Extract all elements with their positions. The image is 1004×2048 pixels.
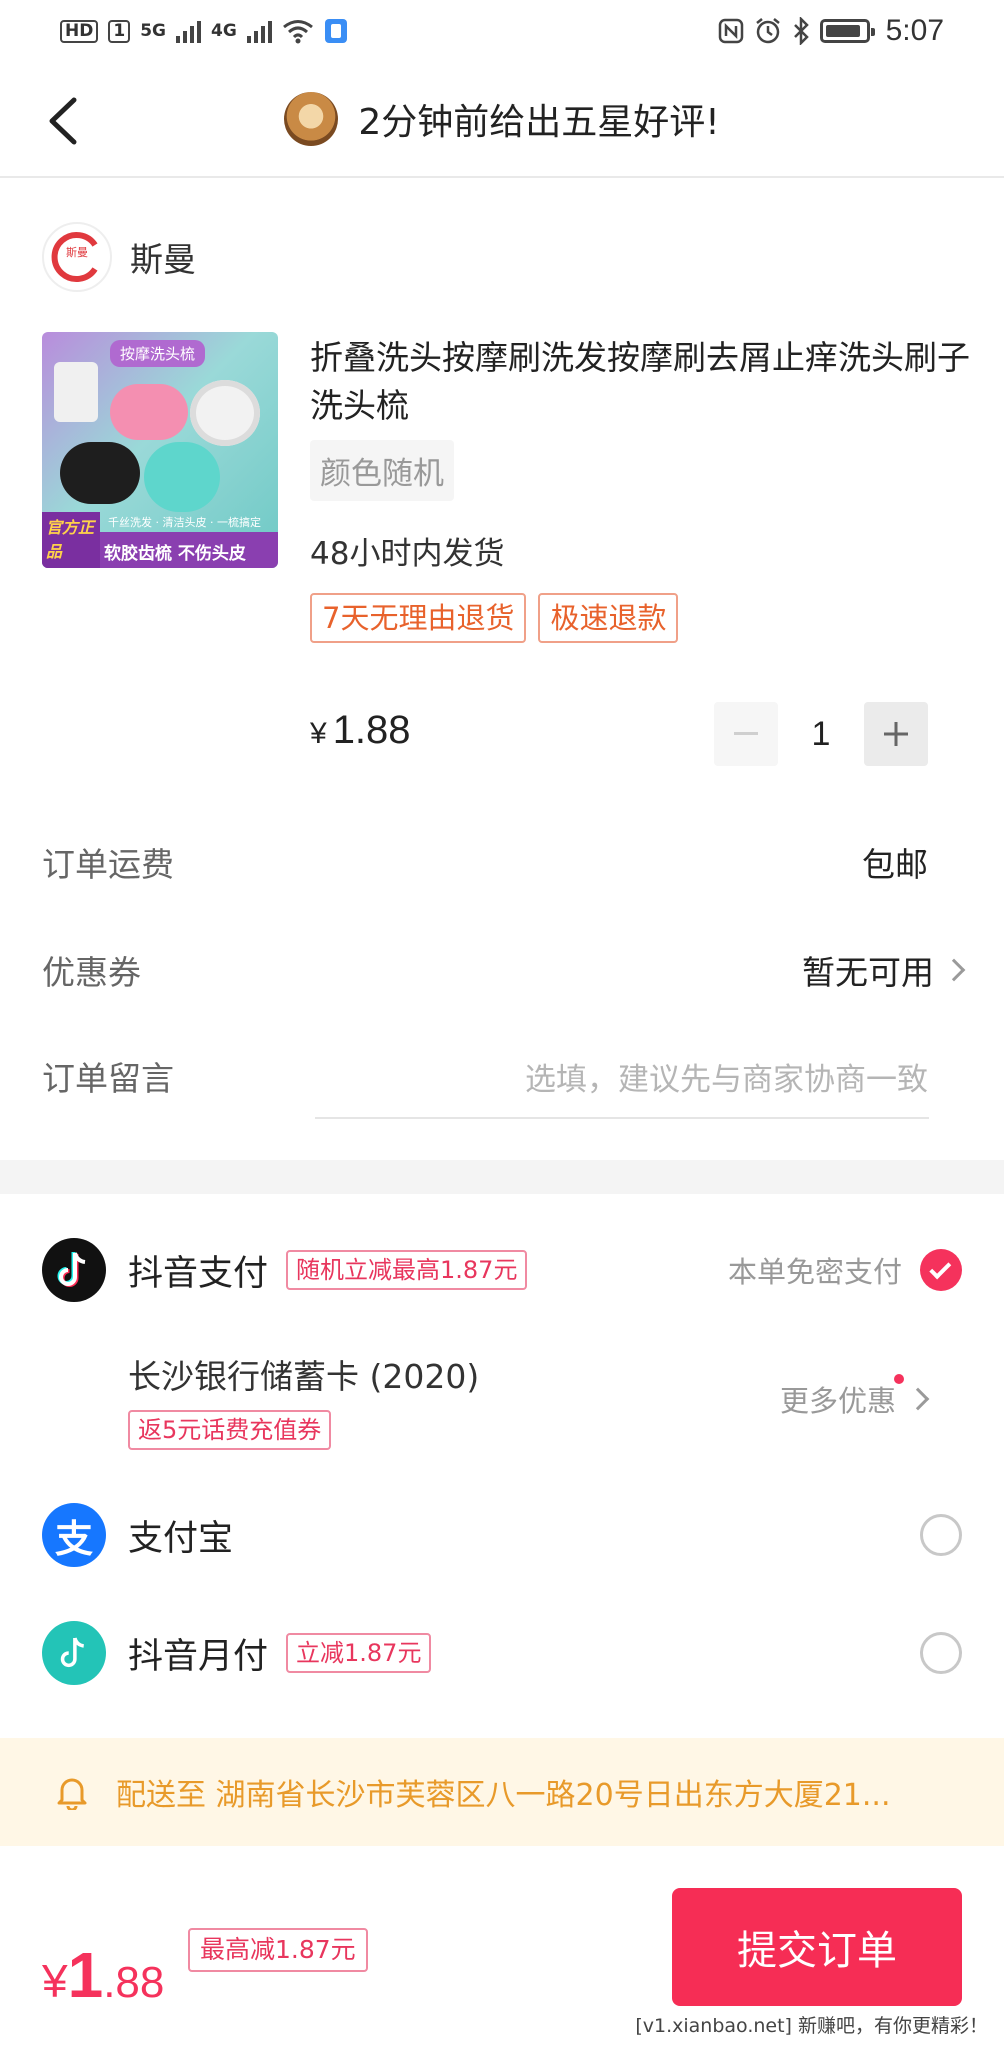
- alarm-icon: [755, 18, 780, 44]
- battery-icon: [819, 19, 875, 43]
- decrease-button[interactable]: [714, 702, 778, 766]
- total-dec: .88: [103, 1958, 165, 2007]
- red-dot-badge: [894, 1374, 905, 1384]
- page-title: 2分钟前给出五星好评!: [358, 102, 720, 143]
- shop-name: 斯曼: [130, 240, 196, 279]
- chevron-right-icon: [942, 958, 966, 982]
- discount-badge: 最高减1.87元: [188, 1928, 368, 1972]
- payment-douyin[interactable]: 抖音支付 随机立减最高1.87元 本单免密支付: [42, 1238, 962, 1302]
- nav-title-group: 2分钟前给出五星好评!: [284, 92, 720, 146]
- product-image[interactable]: 按摩洗头梳 千丝洗发 · 清洁头皮 · 一梳搞定 官方正品 软胶齿梳 不伤头皮: [42, 332, 278, 568]
- total-yen: ¥: [42, 1955, 68, 2007]
- douyin-pay-tag: 随机立减最高1.87元: [286, 1250, 528, 1290]
- total-price: ¥ 1 .88: [42, 1938, 164, 2012]
- network-4g-label: 4G: [210, 21, 237, 41]
- monthly-pay-icon: [42, 1621, 106, 1685]
- nav-bar: 2分钟前给出五星好评!: [0, 62, 1004, 178]
- image-sub-text: 千丝洗发 · 清洁头皮 · 一梳搞定: [108, 516, 261, 529]
- chevron-right-icon: [906, 1387, 930, 1411]
- radio-alipay[interactable]: [920, 1514, 962, 1556]
- product-spec[interactable]: 颜色随机: [310, 440, 454, 501]
- monthly-pay-name: 抖音月付: [128, 1636, 269, 1677]
- nfc-icon: [718, 18, 743, 44]
- watermark: [v1.xianbao.net] 新赚吧，有你更精彩！: [631, 2009, 992, 2040]
- shop-header[interactable]: 斯曼 斯曼: [42, 222, 196, 292]
- freight-label: 订单运费: [42, 845, 174, 884]
- note-input[interactable]: 选填，建议先与商家协商一致: [525, 1054, 928, 1099]
- reviewer-avatar: [284, 92, 339, 146]
- svg-text:斯曼: 斯曼: [66, 246, 88, 259]
- monthly-pay-tag: 立减1.87元: [286, 1633, 432, 1673]
- status-left: HD 1 5G 4G: [60, 18, 348, 44]
- alipay-name: 支付宝: [128, 1518, 234, 1559]
- bank-card-name: 长沙银行储蓄卡 (2020): [128, 1357, 480, 1396]
- bell-icon: [57, 1778, 87, 1810]
- back-arrow-icon[interactable]: [40, 92, 90, 150]
- service-tags: 7天无理由退货 极速退款: [310, 593, 679, 643]
- signal-5g-icon: [175, 19, 201, 43]
- freight-value: 包邮: [862, 845, 928, 884]
- status-right: 5:07: [718, 14, 944, 48]
- payment-alipay[interactable]: 支 支付宝: [42, 1503, 962, 1567]
- signal-4g-icon: [246, 19, 272, 43]
- unit-price: ¥1.88: [310, 708, 411, 753]
- coupon-row[interactable]: 优惠券 暂无可用: [42, 946, 966, 994]
- section-divider: [0, 1160, 1004, 1194]
- clock: 5:07: [885, 14, 944, 47]
- price-value: 1.88: [332, 708, 411, 752]
- total-int: 1: [67, 1939, 104, 2011]
- shop-logo: 斯曼: [42, 222, 112, 292]
- note-label: 订单留言: [42, 1059, 174, 1098]
- sim-chip: 1: [108, 19, 131, 43]
- image-top-label: 按摩洗头梳: [110, 340, 206, 367]
- coupon-value: 暂无可用: [802, 953, 934, 992]
- quantity-value[interactable]: 1: [778, 715, 864, 754]
- network-5g-label: 5G: [140, 21, 166, 41]
- douyin-logo-icon: [42, 1238, 106, 1302]
- bank-card-option[interactable]: 长沙银行储蓄卡 (2020) 返5元话费充值券: [128, 1350, 479, 1450]
- product-title: 折叠洗头按摩刷洗发按摩刷去屑止痒洗头刷子洗头梳: [310, 338, 970, 425]
- return-tag: 7天无理由退货: [310, 593, 527, 643]
- official-badge: 官方正品: [42, 512, 100, 568]
- coupon-value-group: 暂无可用: [802, 946, 966, 994]
- minus-icon: [734, 732, 758, 735]
- password-free-hint: 本单免密支付: [727, 1255, 902, 1289]
- note-underline: [315, 1117, 929, 1119]
- freight-row: 订单运费 包邮: [42, 838, 962, 886]
- coupon-label: 优惠券: [42, 953, 141, 992]
- status-bar: HD 1 5G 4G 5:07: [0, 0, 1004, 62]
- more-offers-label: 更多优惠: [780, 1384, 897, 1418]
- shipping-time: 48小时内发货: [310, 536, 505, 572]
- note-row: 订单留言 选填，建议先与商家协商一致: [42, 1052, 962, 1100]
- alipay-logo-icon: 支: [42, 1503, 106, 1567]
- wifi-icon: [282, 20, 313, 44]
- delivery-address: 配送至 湖南省长沙市芙蓉区八一路20号日出东方大厦21...: [116, 1778, 891, 1813]
- hd-chip: HD: [60, 19, 99, 43]
- delivery-notice[interactable]: 配送至 湖南省长沙市芙蓉区八一路20号日出东方大厦21...: [0, 1738, 1004, 1846]
- checkout-bar: ¥ 1 .88 最高减1.87元 提交订单 [v1.xianbao.net] 新…: [0, 1846, 1004, 2048]
- more-offers-link[interactable]: 更多优惠: [780, 1374, 930, 1420]
- douyin-pay-name: 抖音支付: [128, 1253, 269, 1294]
- image-bottom-text: 软胶齿梳 不伤头皮: [104, 544, 246, 564]
- radio-monthly[interactable]: [920, 1632, 962, 1674]
- plus-icon: [884, 722, 908, 746]
- increase-button[interactable]: [864, 702, 928, 766]
- payment-monthly[interactable]: 抖音月付 立减1.87元: [42, 1621, 962, 1685]
- check-icon[interactable]: [920, 1249, 962, 1291]
- refund-tag: 极速退款: [538, 593, 679, 643]
- app-notification-icon: [324, 19, 347, 43]
- bank-card-tag: 返5元话费充值券: [128, 1410, 332, 1450]
- bluetooth-icon: [793, 17, 809, 45]
- quantity-stepper: 1: [714, 702, 928, 766]
- price-symbol: ¥: [310, 717, 327, 750]
- submit-order-button[interactable]: 提交订单: [672, 1888, 962, 2006]
